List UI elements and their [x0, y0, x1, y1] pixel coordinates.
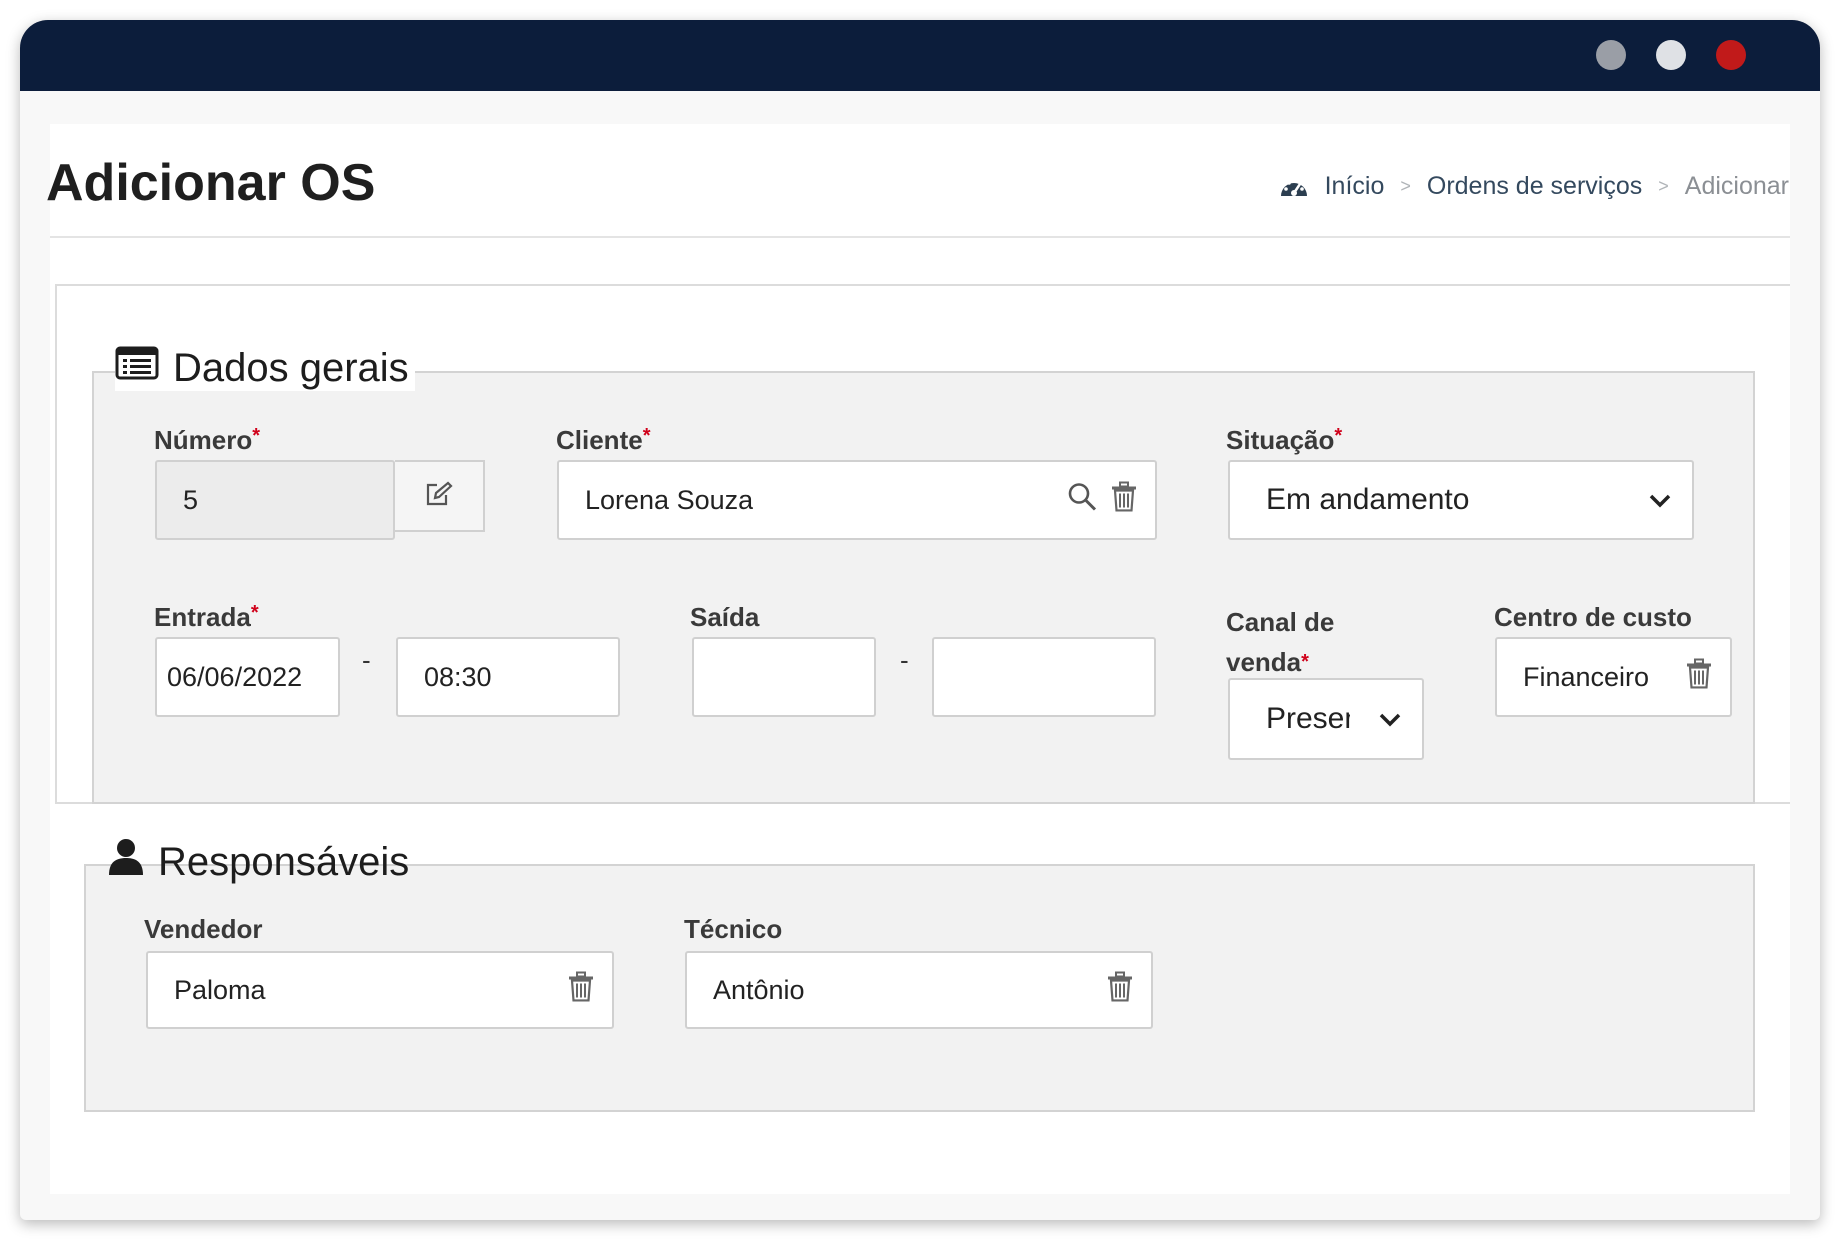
numero-input[interactable]: 5 — [155, 460, 395, 540]
saida-date-input[interactable] — [692, 637, 876, 717]
entrada-time-input[interactable]: 08:30 — [396, 637, 620, 717]
dados-gerais-fieldset — [92, 371, 1755, 804]
situacao-label: Situação* — [1226, 425, 1342, 456]
tecnico-input[interactable]: Antônio — [685, 951, 1153, 1029]
entrada-date-input[interactable]: 06/06/2022 — [155, 637, 340, 717]
responsaveis-legend: Responsáveis — [108, 838, 415, 886]
saida-range-separator: - — [900, 645, 909, 675]
required-marker: * — [642, 425, 651, 447]
vendedor-label: Vendedor — [144, 914, 262, 945]
header-divider — [50, 236, 1790, 238]
vendedor-label-text: Vendedor — [144, 914, 263, 944]
window-maximize-button[interactable] — [1656, 40, 1686, 70]
entrada-label: Entrada* — [154, 602, 259, 633]
trash-icon[interactable] — [1107, 971, 1133, 1009]
numero-value: 5 — [183, 484, 199, 515]
search-icon[interactable] — [1067, 482, 1097, 519]
numero-edit-button[interactable] — [395, 460, 485, 532]
entrada-label-text: Entrada — [154, 602, 251, 632]
canal-venda-label-line2: venda — [1226, 647, 1302, 677]
vendedor-value: Paloma — [174, 974, 266, 1005]
required-marker: * — [252, 425, 261, 447]
tecnico-label: Técnico — [684, 914, 782, 945]
entrada-date-value: 06/06/2022 — [167, 661, 303, 692]
vendedor-input[interactable]: Paloma — [146, 951, 614, 1029]
user-icon — [108, 838, 144, 886]
title-bar — [20, 20, 1820, 91]
dashboard-icon — [1279, 175, 1309, 199]
window-minimize-button[interactable] — [1596, 40, 1626, 70]
window-close-button[interactable] — [1716, 40, 1746, 70]
dados-gerais-title: Dados gerais — [173, 345, 409, 390]
entrada-range-separator: - — [362, 645, 371, 675]
centro-custo-label: Centro de custo — [1494, 602, 1692, 633]
breadcrumb-home-link[interactable]: Início — [1325, 172, 1385, 201]
list-icon — [115, 345, 159, 391]
situacao-select[interactable]: Em andamento — [1228, 460, 1694, 540]
breadcrumb-section-link[interactable]: Ordens de serviços — [1427, 172, 1642, 201]
situacao-label-text: Situação — [1226, 425, 1335, 455]
edit-icon — [424, 481, 454, 512]
trash-icon[interactable] — [568, 971, 594, 1009]
required-marker: * — [1334, 425, 1343, 447]
page-title: Adicionar OS — [46, 154, 376, 212]
canal-venda-select[interactable]: Presencial — [1228, 678, 1424, 760]
responsaveis-title: Responsáveis — [158, 839, 410, 884]
cliente-label: Cliente* — [556, 425, 650, 456]
canal-venda-label: Canal de venda* — [1226, 602, 1334, 682]
numero-label-text: Número — [154, 425, 253, 455]
tecnico-label-text: Técnico — [684, 914, 783, 944]
canal-venda-label-line1: Canal de — [1226, 607, 1335, 637]
breadcrumb-separator: > — [1658, 176, 1669, 196]
breadcrumb-separator: > — [1400, 176, 1411, 196]
centro-custo-input[interactable]: Financeiro — [1495, 637, 1732, 717]
trash-icon[interactable] — [1111, 481, 1137, 519]
breadcrumb-current: Adicionar — [1684, 172, 1789, 200]
numero-label: Número* — [154, 425, 260, 456]
saida-time-input[interactable] — [932, 637, 1156, 717]
trash-icon[interactable] — [1686, 658, 1712, 696]
dados-gerais-legend: Dados gerais — [115, 345, 415, 391]
required-marker: * — [250, 602, 259, 624]
saida-label: Saída — [690, 602, 759, 633]
centro-custo-label-text: Centro de custo — [1494, 602, 1692, 632]
breadcrumb: Início > Ordens de serviços > Adicionar — [1279, 172, 1789, 201]
canal-venda-value: Presencial — [1266, 702, 1350, 735]
tecnico-value: Antônio — [713, 974, 805, 1005]
required-marker: * — [1301, 651, 1309, 673]
cliente-label-text: Cliente — [556, 425, 643, 455]
cliente-input[interactable]: Lorena Souza — [557, 460, 1157, 540]
chevron-down-icon — [1648, 483, 1672, 517]
centro-custo-value: Financeiro — [1523, 661, 1650, 692]
saida-label-text: Saída — [690, 602, 760, 632]
chevron-down-icon — [1378, 702, 1402, 736]
cliente-value: Lorena Souza — [585, 484, 754, 515]
entrada-time-value: 08:30 — [424, 661, 492, 692]
situacao-value: Em andamento — [1266, 483, 1470, 516]
